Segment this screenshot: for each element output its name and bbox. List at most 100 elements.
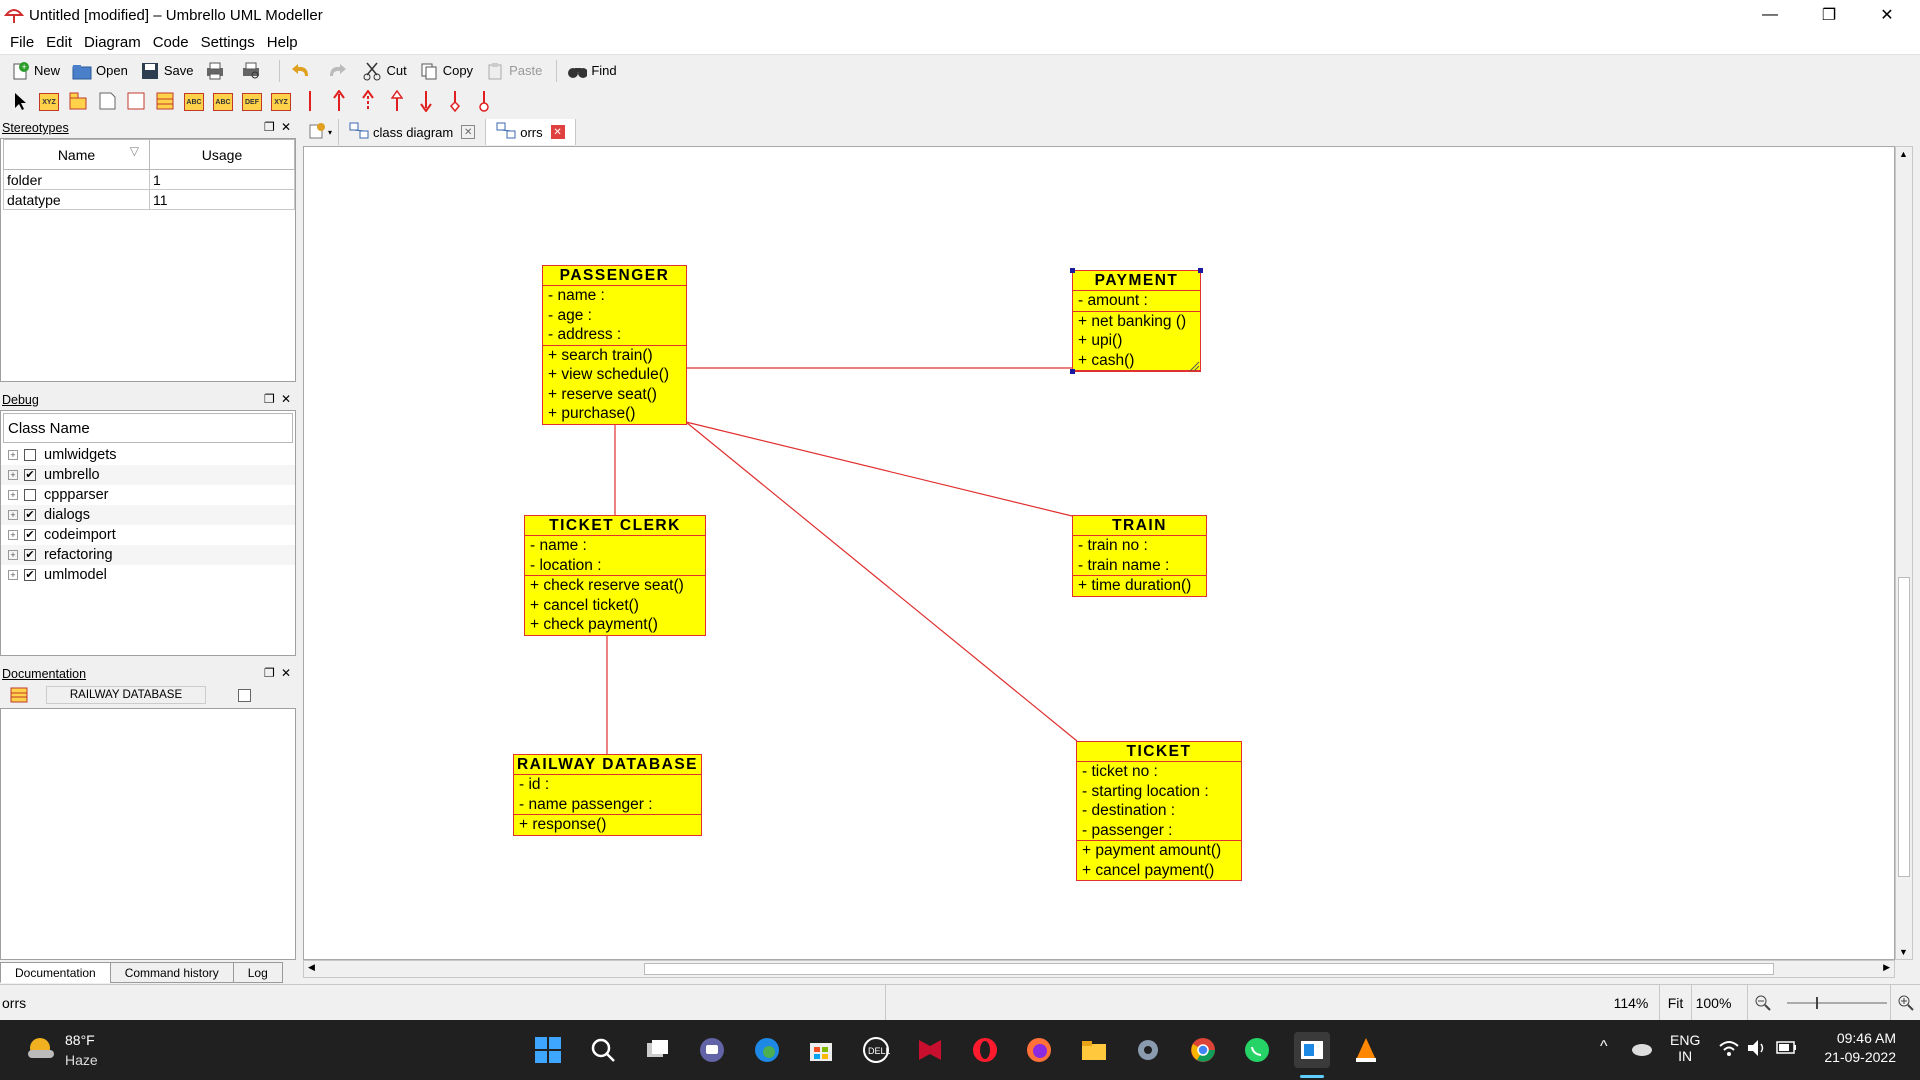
open-button[interactable]: Open (68, 57, 132, 85)
battery-icon[interactable] (1776, 1040, 1798, 1059)
tab-class-diagram[interactable]: class diagram ✕ (339, 119, 487, 145)
teams-chat-icon[interactable] (694, 1032, 730, 1068)
weather-temp[interactable]: 88°F (65, 1032, 95, 1048)
expand-icon[interactable]: + (8, 510, 18, 520)
debug-column-header[interactable]: Class Name (3, 413, 293, 443)
list-item[interactable]: + ✔ codeimport (1, 525, 295, 545)
attribute[interactable]: - location : (525, 556, 705, 576)
firefox-icon[interactable] (1021, 1032, 1057, 1068)
directional-association-tool[interactable] (327, 88, 351, 114)
selection-handle[interactable] (1070, 268, 1075, 273)
attribute[interactable]: - ticket no : (1077, 762, 1241, 782)
scroll-down-icon[interactable]: ▼ (1899, 947, 1908, 957)
save-button[interactable]: Save (136, 57, 198, 85)
expand-icon[interactable]: + (8, 470, 18, 480)
print-preview-button[interactable] (237, 57, 269, 85)
package-tool[interactable] (66, 90, 90, 114)
entity-tool[interactable]: DEF (240, 90, 264, 114)
float-icon[interactable]: ❐ (264, 392, 275, 406)
horizontal-scrollbar[interactable]: ◀ ▶ (303, 960, 1895, 978)
table-row[interactable]: folder 1 (3, 169, 295, 190)
list-item[interactable]: + cppparser (1, 485, 295, 505)
restore-button[interactable]: ❐ (1800, 0, 1858, 30)
checkbox[interactable] (24, 449, 36, 461)
scrollbar-thumb[interactable] (1898, 577, 1910, 877)
search-icon[interactable] (585, 1032, 621, 1068)
close-tab-icon[interactable]: ✕ (461, 125, 476, 139)
whatsapp-icon[interactable] (1239, 1032, 1275, 1068)
checkbox[interactable]: ✔ (24, 549, 36, 561)
list-item[interactable]: + umlwidgets (1, 445, 295, 465)
find-button[interactable]: Find (563, 57, 620, 85)
datatype-tool[interactable]: ABC (182, 90, 206, 114)
class-tool[interactable]: XYZ (37, 90, 61, 114)
scroll-up-icon[interactable]: ▲ (1899, 149, 1908, 159)
class-train[interactable]: TRAIN - train no : - train name : + time… (1072, 515, 1207, 597)
expand-icon[interactable]: + (8, 530, 18, 540)
expand-icon[interactable]: + (8, 450, 18, 460)
class-railway-database[interactable]: RAILWAY DATABASE - id : - name passenger… (513, 754, 702, 836)
attribute[interactable]: - train name : (1073, 556, 1206, 576)
documentation-textarea[interactable] (0, 708, 296, 960)
close-tab-icon[interactable]: ✕ (550, 125, 565, 139)
expand-icon[interactable]: + (8, 490, 18, 500)
operation[interactable]: + upi() (1073, 331, 1200, 351)
box-tool[interactable] (124, 90, 148, 114)
zoom-out-icon[interactable] (1747, 985, 1777, 1021)
attribute[interactable]: - id : (514, 775, 701, 795)
table-row[interactable]: datatype 11 (3, 189, 295, 210)
dependency-tool[interactable] (414, 90, 438, 114)
operation[interactable]: + cancel ticket() (525, 596, 705, 616)
cut-button[interactable]: Cut (358, 57, 410, 85)
vlc-icon[interactable] (1348, 1032, 1384, 1068)
file-explorer-icon[interactable] (1076, 1032, 1112, 1068)
scrollbar-thumb[interactable] (644, 963, 1774, 975)
dell-icon[interactable]: DELL (858, 1032, 894, 1068)
interface-tool[interactable] (153, 90, 177, 114)
operation[interactable]: + net banking () (1073, 312, 1200, 332)
expand-icon[interactable]: + (8, 570, 18, 580)
tab-command-history[interactable]: Command history (109, 962, 234, 983)
opera-icon[interactable] (967, 1032, 1003, 1068)
paste-button[interactable]: Paste (481, 57, 546, 85)
operation[interactable]: + purchase() (543, 404, 686, 424)
menu-settings[interactable]: Settings (195, 34, 261, 51)
list-item[interactable]: + ✔ umlmodel (1, 565, 295, 585)
input-language[interactable]: ENG IN (1670, 1032, 1700, 1064)
attribute[interactable]: - amount : (1073, 291, 1200, 311)
scroll-left-icon[interactable]: ◀ (308, 962, 315, 973)
operation[interactable]: + cancel payment() (1077, 861, 1241, 881)
microsoft-store-icon[interactable] (803, 1032, 839, 1068)
checkbox[interactable]: ✔ (24, 569, 36, 581)
menu-file[interactable]: File (4, 34, 40, 51)
undo-button[interactable] (286, 57, 318, 85)
umbrello-taskbar-icon[interactable] (1294, 1032, 1330, 1068)
mcafee-icon[interactable] (912, 1032, 948, 1068)
float-icon[interactable]: ❐ (264, 666, 275, 680)
checkbox[interactable] (24, 489, 36, 501)
new-diagram-tab-button[interactable]: ▾ (302, 119, 340, 145)
attribute[interactable]: - age : (543, 306, 686, 326)
zoom-slider[interactable] (1777, 985, 1897, 1021)
expand-icon[interactable]: + (8, 550, 18, 560)
tab-orrs[interactable]: orrs ✕ (486, 119, 576, 145)
weather-haze-icon[interactable] (22, 1032, 58, 1068)
checkbox[interactable]: ✔ (24, 529, 36, 541)
attribute[interactable]: - starting location : (1077, 782, 1241, 802)
note-tool[interactable] (95, 90, 119, 114)
class-ticket-clerk[interactable]: TICKET CLERK - name : - location : + che… (524, 515, 706, 636)
generalization-tool[interactable] (356, 88, 380, 114)
operation[interactable]: + view schedule() (543, 365, 686, 385)
task-view-icon[interactable] (640, 1032, 676, 1068)
list-item[interactable]: + ✔ umbrello (1, 465, 295, 485)
selection-handle[interactable] (1070, 369, 1075, 374)
resize-grip-icon[interactable] (1188, 359, 1200, 372)
class-payment[interactable]: PAYMENT - amount : + net banking () + up… (1070, 268, 1203, 374)
association-tool[interactable] (298, 90, 322, 114)
selection-handle[interactable] (1198, 268, 1203, 273)
aggregation-tool[interactable] (443, 90, 467, 114)
operation[interactable]: + cash() (1073, 351, 1200, 371)
zoom-in-icon[interactable] (1890, 985, 1920, 1021)
list-item[interactable]: + ✔ refactoring (1, 545, 295, 565)
operation[interactable]: + response() (514, 815, 701, 835)
